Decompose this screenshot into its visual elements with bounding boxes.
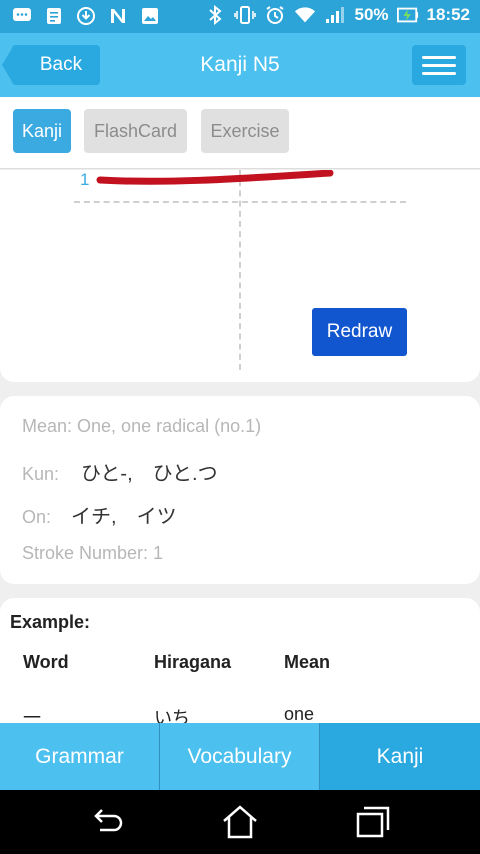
hamburger-icon (422, 55, 456, 59)
wifi-icon (294, 5, 316, 25)
signal-icon (324, 5, 346, 25)
message-icon (12, 6, 32, 26)
bluetooth-icon (204, 5, 226, 25)
notification-icons (12, 6, 160, 26)
hamburger-icon-line (422, 71, 456, 75)
system-navigation-bar (0, 790, 480, 854)
on-value: イチ, イツ (71, 506, 177, 528)
vibrate-icon (234, 5, 257, 25)
kun-reading: Kun: ひと-, ひと.つ (22, 457, 218, 486)
download-icon (76, 6, 96, 26)
menu-button[interactable] (412, 45, 466, 85)
back-icon[interactable] (88, 804, 128, 840)
example-mean: one (284, 704, 315, 724)
alarm-icon (264, 5, 286, 25)
column-header-hiragana: Hiragana (154, 652, 232, 672)
column-header-word: Word (23, 652, 69, 672)
status-bar: 50% 18:52 (0, 0, 480, 33)
kun-value: ひと-, ひと.つ (81, 463, 218, 485)
stroke-order-number: 1 (80, 170, 90, 189)
column-header-mean: Mean (284, 652, 331, 672)
tab-kanji[interactable]: Kanji (13, 109, 71, 153)
tab-bar: Kanji FlashCard Exercise (0, 97, 480, 169)
home-icon[interactable] (220, 804, 260, 840)
bottom-navigation: Grammar Vocabulary Kanji (0, 723, 480, 790)
example-title: Example: (10, 612, 91, 632)
nav-grammar[interactable]: Grammar (0, 723, 160, 790)
kun-label: Kun: (22, 464, 60, 484)
kanji-stroke (96, 170, 334, 185)
system-status: 50% 18:52 (204, 5, 470, 25)
battery-percent: 50% (354, 5, 389, 24)
hamburger-icon-line (422, 63, 456, 67)
stroke-number: Stroke Number: 1 (22, 543, 164, 563)
example-card: Example: Word Hiragana Mean 一 いち one (0, 598, 480, 738)
tab-exercise[interactable]: Exercise (201, 109, 289, 153)
kanji-drawing-canvas[interactable]: 1 Redraw (0, 170, 480, 382)
tab-flashcard[interactable]: FlashCard (84, 109, 187, 153)
kanji-meaning: Mean: One, one radical (no.1) (22, 416, 262, 436)
recent-apps-icon[interactable] (354, 804, 394, 840)
notes-icon (44, 6, 64, 26)
app-header: Back Kanji N5 (0, 33, 480, 97)
on-label: On: (22, 507, 52, 527)
n-icon (108, 6, 128, 26)
on-reading: On: イチ, イツ (22, 500, 177, 529)
page-title: Kanji N5 (200, 53, 280, 76)
kanji-info-card: Mean: One, one radical (no.1) Kun: ひと-, ひ… (0, 396, 480, 584)
redraw-button[interactable]: Redraw (312, 308, 407, 356)
nav-kanji[interactable]: Kanji (320, 723, 480, 790)
nav-vocabulary[interactable]: Vocabulary (160, 723, 320, 790)
battery-icon (396, 5, 419, 25)
image-icon (140, 6, 160, 26)
clock: 18:52 (426, 5, 470, 24)
